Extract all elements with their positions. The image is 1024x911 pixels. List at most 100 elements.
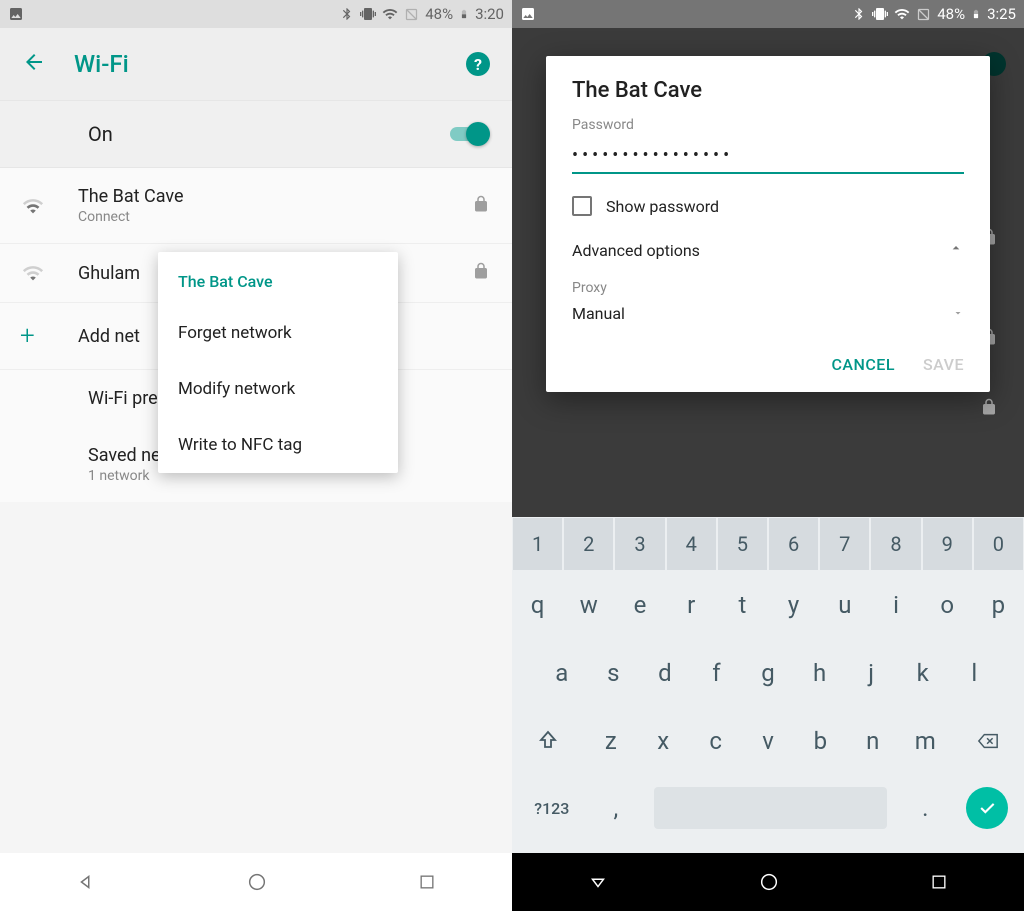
key-enter[interactable]: [951, 776, 1023, 840]
dropdown-icon: [952, 304, 964, 323]
key-2[interactable]: 2: [564, 518, 613, 570]
key-shift[interactable]: [513, 708, 584, 774]
key-o[interactable]: o: [923, 572, 972, 638]
key-l[interactable]: l: [949, 640, 999, 706]
password-label: Password: [546, 111, 990, 137]
key-k[interactable]: k: [898, 640, 948, 706]
key-a[interactable]: a: [537, 640, 587, 706]
key-d[interactable]: d: [640, 640, 690, 706]
checkbox-icon[interactable]: [572, 196, 592, 216]
show-password-row[interactable]: Show password: [546, 174, 990, 230]
no-sim-icon: [916, 7, 931, 22]
password-input[interactable]: [572, 145, 964, 166]
network-context-menu: The Bat Cave Forget network Modify netwo…: [158, 252, 398, 473]
key-0[interactable]: 0: [974, 518, 1023, 570]
screenshot-icon: [8, 6, 24, 22]
key-z[interactable]: z: [586, 708, 636, 774]
battery-icon: [971, 6, 981, 22]
key-s[interactable]: s: [589, 640, 639, 706]
modify-network-item[interactable]: Modify network: [158, 361, 398, 417]
add-icon: +: [20, 321, 35, 351]
wifi-icon: [894, 6, 910, 22]
battery-icon: [459, 6, 469, 22]
key-r[interactable]: r: [667, 572, 716, 638]
help-icon[interactable]: ?: [466, 52, 490, 76]
bluetooth-icon: [852, 7, 866, 21]
forget-network-item[interactable]: Forget network: [158, 305, 398, 361]
key-comma[interactable]: ,: [593, 776, 640, 840]
status-bar: 48% 3:20: [0, 0, 512, 28]
key-e[interactable]: e: [615, 572, 664, 638]
dialog-title: The Bat Cave: [546, 56, 990, 111]
battery-percent: 48%: [425, 5, 453, 23]
key-q[interactable]: q: [513, 572, 562, 638]
key-j[interactable]: j: [846, 640, 896, 706]
key-u[interactable]: u: [820, 572, 869, 638]
bluetooth-icon: [340, 7, 354, 21]
nav-bar: [0, 853, 512, 911]
nav-bar: [512, 853, 1024, 911]
key-1[interactable]: 1: [513, 518, 562, 570]
key-space[interactable]: [641, 776, 900, 840]
key-t[interactable]: t: [718, 572, 767, 638]
write-nfc-item[interactable]: Write to NFC tag: [158, 417, 398, 473]
lock-icon: [472, 262, 490, 284]
show-password-label: Show password: [606, 197, 719, 216]
key-period[interactable]: .: [902, 776, 949, 840]
wifi-connect-dialog: The Bat Cave Password Show password Adva…: [546, 56, 990, 392]
advanced-label: Advanced options: [572, 241, 948, 260]
key-m[interactable]: m: [900, 708, 950, 774]
key-w[interactable]: w: [564, 572, 613, 638]
network-name: The Bat Cave: [78, 186, 472, 207]
cancel-button[interactable]: CANCEL: [831, 355, 895, 374]
wifi-toggle[interactable]: [450, 124, 490, 144]
clock-time: 3:25: [987, 5, 1016, 23]
nav-recent-icon[interactable]: [929, 872, 949, 892]
left-phone: 48% 3:20 Wi-Fi ? On The Bat Cave Connect: [0, 0, 512, 911]
lock-icon: [472, 195, 490, 217]
key-4[interactable]: 4: [667, 518, 716, 570]
app-bar: Wi-Fi ?: [0, 28, 512, 100]
proxy-select[interactable]: Manual: [546, 298, 990, 341]
wifi-signal-icon: [20, 195, 78, 217]
wifi-toggle-row[interactable]: On: [0, 100, 512, 168]
key-p[interactable]: p: [974, 572, 1023, 638]
key-f[interactable]: f: [692, 640, 742, 706]
key-h[interactable]: h: [795, 640, 845, 706]
proxy-label: Proxy: [546, 270, 990, 298]
key-v[interactable]: v: [743, 708, 793, 774]
nav-back-icon[interactable]: [587, 871, 609, 893]
key-y[interactable]: y: [769, 572, 818, 638]
key-i[interactable]: i: [871, 572, 920, 638]
advanced-options-row[interactable]: Advanced options: [546, 230, 990, 270]
key-backspace[interactable]: [952, 708, 1023, 774]
key-b[interactable]: b: [795, 708, 845, 774]
nav-back-icon[interactable]: [75, 871, 97, 893]
key-symbols[interactable]: ?123: [513, 776, 591, 840]
page-title: Wi-Fi: [74, 50, 129, 78]
back-icon[interactable]: [22, 50, 46, 78]
nav-recent-icon[interactable]: [417, 872, 437, 892]
key-n[interactable]: n: [848, 708, 898, 774]
key-g[interactable]: g: [743, 640, 793, 706]
key-8[interactable]: 8: [871, 518, 920, 570]
nav-home-icon[interactable]: [246, 871, 268, 893]
no-sim-icon: [404, 7, 419, 22]
network-status: Connect: [78, 209, 472, 225]
key-7[interactable]: 7: [820, 518, 869, 570]
key-c[interactable]: c: [690, 708, 740, 774]
key-9[interactable]: 9: [923, 518, 972, 570]
battery-percent: 48%: [937, 5, 965, 23]
key-3[interactable]: 3: [615, 518, 664, 570]
key-6[interactable]: 6: [769, 518, 818, 570]
wifi-signal-icon: [20, 262, 78, 284]
key-x[interactable]: x: [638, 708, 688, 774]
wifi-icon: [382, 6, 398, 22]
chevron-up-icon: [948, 240, 964, 260]
lock-icon: [980, 398, 998, 420]
nav-home-icon[interactable]: [758, 871, 780, 893]
on-screen-keyboard: 1 2 3 4 5 6 7 8 9 0 q w e r t y u i o p …: [512, 517, 1024, 853]
network-row[interactable]: The Bat Cave Connect: [0, 168, 512, 244]
save-button[interactable]: SAVE: [923, 355, 964, 374]
key-5[interactable]: 5: [718, 518, 767, 570]
